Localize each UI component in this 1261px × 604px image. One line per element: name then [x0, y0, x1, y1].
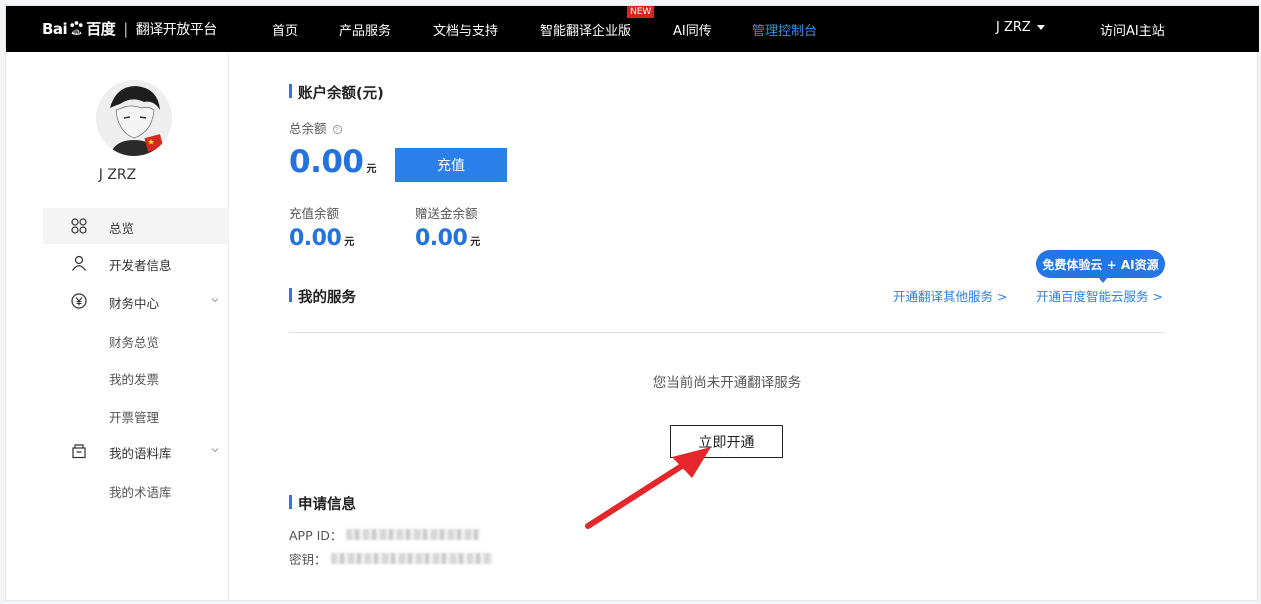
svg-text:du: du: [73, 30, 80, 36]
total-balance-label: 总余额?: [289, 118, 342, 137]
balance-section-title: 账户余额(元): [289, 82, 384, 103]
app-id-redacted: [346, 529, 481, 540]
total-balance-value: 0.00: [289, 144, 364, 180]
grid-icon: [71, 218, 87, 234]
sidebar-subitem-my-invoices[interactable]: 我的发票: [109, 369, 159, 388]
gift-balance-value: 0.00: [415, 226, 468, 251]
gift-balance-amount: 0.00 元: [415, 226, 480, 251]
box-icon: [72, 444, 86, 459]
section-divider: [289, 332, 1165, 333]
user-menu-name: J ZRZ: [996, 20, 1031, 35]
empty-services-message: 您当前尚未开通翻译服务: [652, 375, 802, 391]
sidebar-subitem-finance-overview[interactable]: 财务总览: [109, 332, 159, 351]
currency-unit: 元: [366, 164, 377, 175]
application-section-title: 申请信息: [289, 493, 356, 514]
currency-unit: 元: [470, 237, 480, 248]
sidebar-username: J ZRZ: [98, 167, 137, 183]
sidebar: J ZRZ 总览 开发者信息 财务中心 财务总览 我的发票 开票管理 我的语料库…: [6, 52, 229, 602]
total-balance-amount: 0.00 元: [289, 144, 376, 180]
chevron-down-icon: [211, 298, 219, 303]
open-service-button[interactable]: 立即开通: [670, 425, 783, 458]
baidu-paw-icon: du: [70, 21, 83, 36]
sidebar-item-developer-info[interactable]: 开发者信息: [43, 245, 229, 281]
logo-brand-cn: 百度: [86, 20, 116, 38]
sidebar-item-label: 财务中心: [109, 296, 160, 311]
sidebar-item-corpus[interactable]: 我的语料库: [43, 433, 229, 469]
page-frame: Bai du 百度 | 翻译开放平台 首页 产品服务 文档与支持 智能翻译企业版…: [5, 5, 1259, 602]
new-badge: NEW: [627, 6, 655, 18]
logo-platform: 翻译开放平台: [135, 21, 218, 38]
recharge-balance-label: 充值余额: [289, 206, 340, 221]
sidebar-item-overview[interactable]: 总览: [43, 208, 229, 244]
nav-visit-ai-site[interactable]: 访问AI主站: [1100, 20, 1165, 39]
app-id-label: APP ID：: [289, 528, 343, 543]
nav-ai-interpretation[interactable]: AI同传: [673, 20, 712, 39]
top-nav-bar: Bai du 百度 | 翻译开放平台 首页 产品服务 文档与支持 智能翻译企业版…: [6, 6, 1259, 52]
chevron-down-icon: [211, 448, 219, 453]
open-baidu-cloud-link[interactable]: 开通百度智能云服务 >: [1036, 286, 1163, 305]
open-other-services-link[interactable]: 开通翻译其他服务 >: [893, 286, 1007, 305]
currency-unit: 元: [344, 237, 354, 248]
nav-home[interactable]: 首页: [272, 20, 298, 39]
sidebar-subitem-invoice-management[interactable]: 开票管理: [109, 407, 159, 426]
user-icon: [72, 255, 86, 271]
help-icon[interactable]: ?: [332, 125, 342, 134]
caret-down-icon: [1036, 25, 1045, 30]
nav-products[interactable]: 产品服务: [339, 20, 391, 39]
sidebar-item-label: 开发者信息: [109, 258, 172, 273]
sidebar-item-label: 我的语料库: [109, 446, 172, 461]
gift-balance-label: 赠送金余额: [415, 206, 478, 221]
secret-key-row: 密钥：: [289, 549, 493, 568]
recharge-button[interactable]: 充值: [395, 148, 507, 182]
yen-icon: [71, 293, 87, 309]
logo-brand: Bai: [42, 19, 68, 38]
total-balance-label-text: 总余额: [289, 121, 327, 136]
sidebar-item-label: 总览: [109, 221, 135, 236]
app-id-row: APP ID：: [289, 525, 481, 544]
recharge-balance-value: 0.00: [289, 226, 342, 251]
sidebar-subitem-terminology[interactable]: 我的术语库: [109, 482, 172, 501]
nav-enterprise[interactable]: 智能翻译企业版: [540, 20, 631, 39]
logo-separator: |: [123, 19, 128, 38]
user-menu[interactable]: J ZRZ: [996, 20, 1045, 35]
avatar-image-icon: [96, 80, 172, 156]
sidebar-item-finance[interactable]: 财务中心: [43, 283, 229, 319]
recharge-balance-amount: 0.00 元: [289, 226, 354, 251]
avatar[interactable]: [96, 80, 172, 156]
nav-console[interactable]: 管理控制台: [752, 20, 817, 39]
baidu-translate-logo[interactable]: Bai du 百度 | 翻译开放平台: [42, 18, 217, 39]
services-section-title: 我的服务: [289, 286, 356, 307]
free-trial-promo-bubble[interactable]: 免费体验云 + AI资源: [1036, 250, 1165, 283]
nav-docs[interactable]: 文档与支持: [433, 20, 498, 39]
secret-key-label: 密钥：: [289, 552, 327, 567]
secret-key-redacted: [330, 553, 493, 564]
